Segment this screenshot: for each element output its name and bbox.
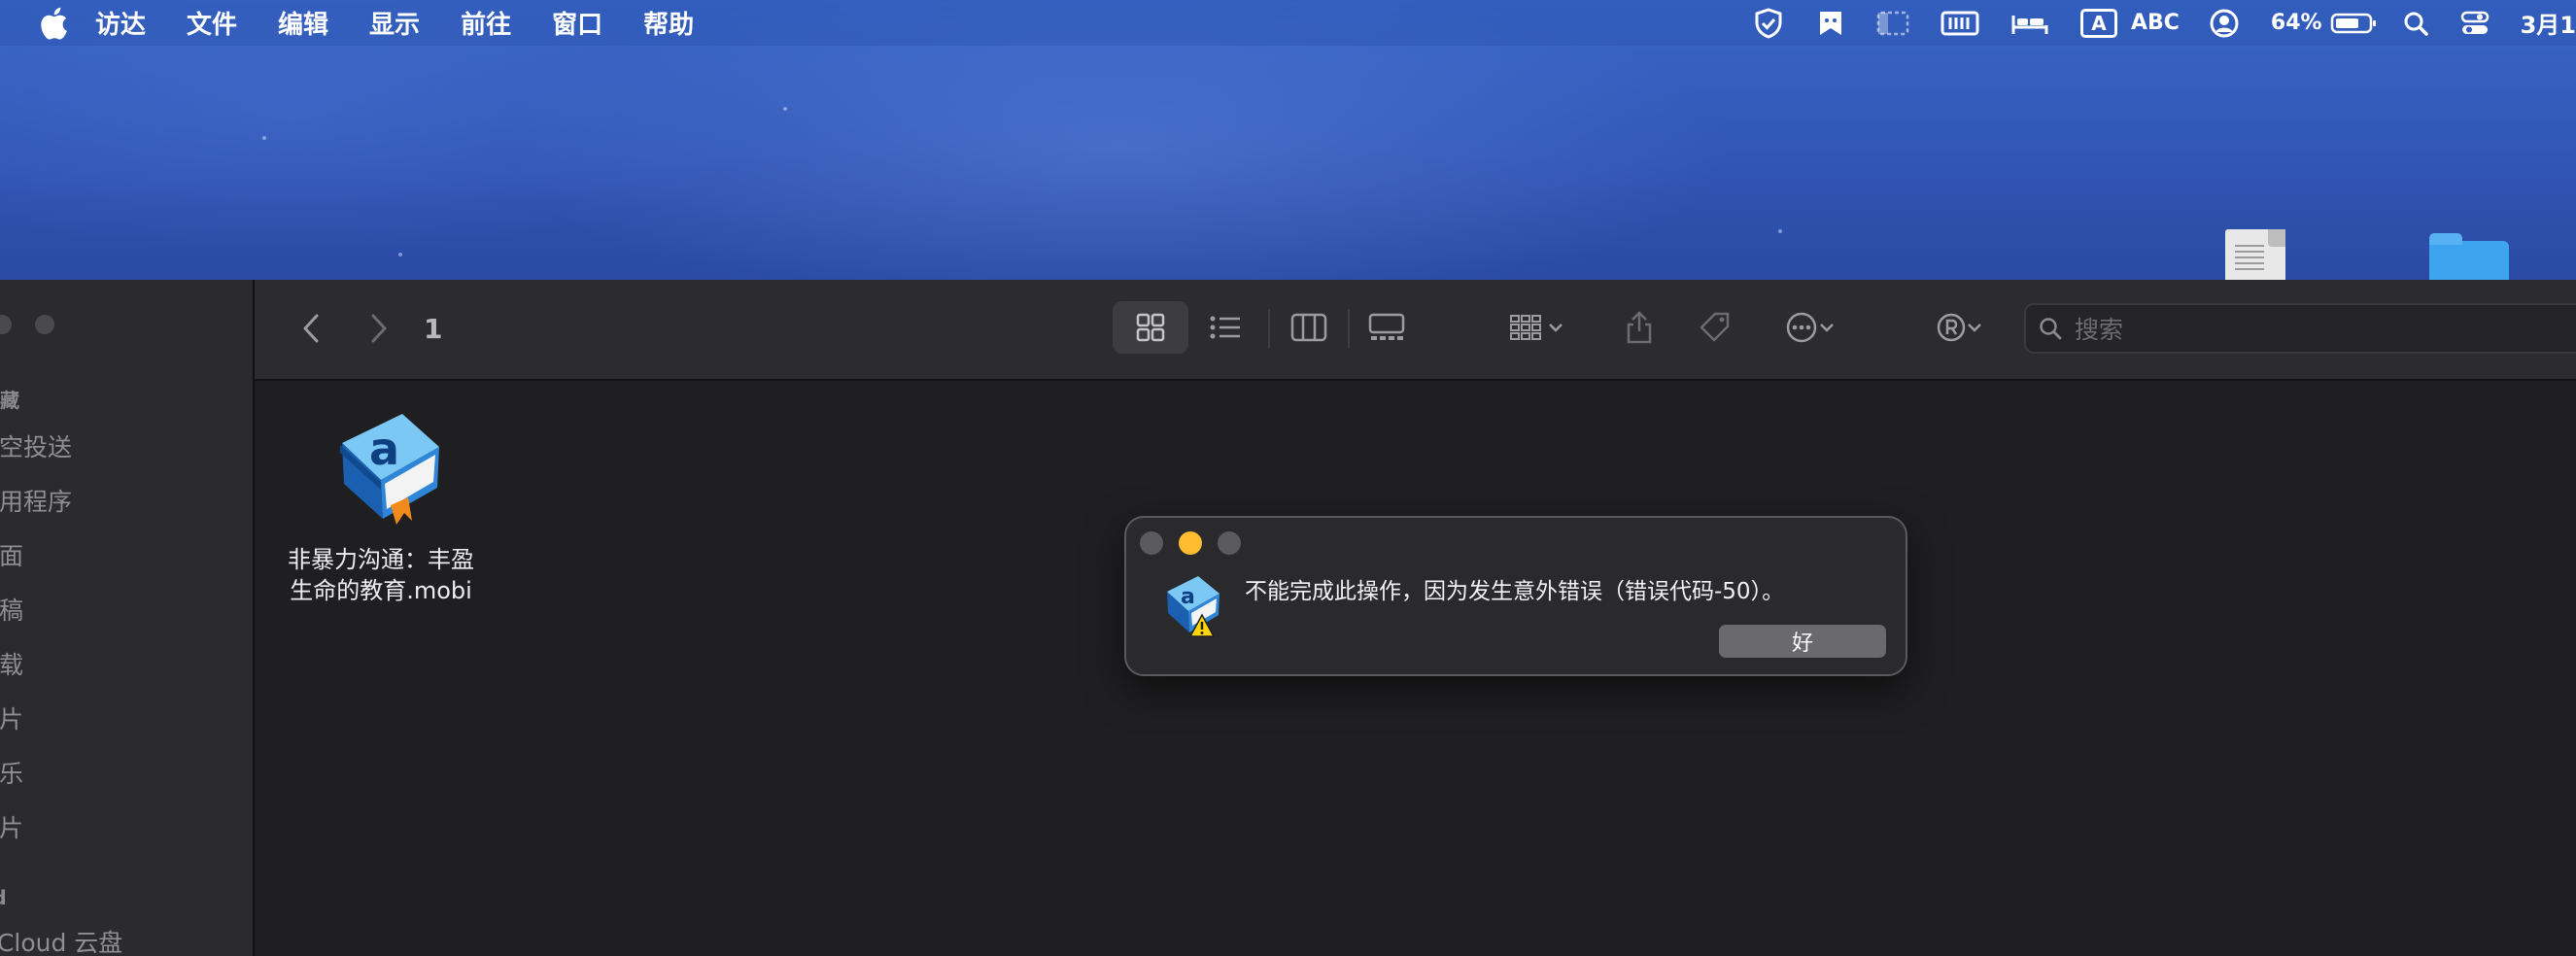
sidebar-section-favorites: 收藏 <box>0 389 19 412</box>
tags-button[interactable] <box>1691 301 1739 354</box>
sidebar-item-documents[interactable]: 文稿 <box>0 592 23 627</box>
status-area: A ABC 64% 3月1 <box>1752 0 2576 46</box>
file-name-line1: 非暴力沟通：丰盈 <box>288 546 474 573</box>
folder-title: 1 <box>424 313 443 345</box>
sidebar-item-icloud-drive[interactable]: iCloud 云盘 <box>0 924 122 956</box>
ellipsis-circle-icon <box>1786 312 1817 343</box>
sidebar-item-applications[interactable]: 应用程序 <box>0 483 72 518</box>
gallery-icon <box>1368 313 1405 340</box>
shield-check-icon[interactable] <box>1752 0 1785 46</box>
list-view-button[interactable] <box>1193 301 1257 354</box>
desktop-folder-icon[interactable] <box>2429 233 2509 282</box>
error-alert-dialog: a 不能完成此操作，因为发生意外错误（错误代码-50）。 好 <box>1124 516 1907 676</box>
window-zoom-button[interactable] <box>35 315 54 334</box>
spotlight-search-icon[interactable] <box>2402 0 2429 46</box>
share-icon <box>1627 311 1652 344</box>
alert-zoom-button[interactable] <box>1218 531 1241 555</box>
sidebar-item-movies[interactable]: 影片 <box>0 700 23 735</box>
chevron-down-icon <box>1820 324 1834 332</box>
search-icon <box>2040 318 2062 340</box>
ebook-icon: a <box>340 414 439 525</box>
svg-text:a: a <box>1181 585 1195 609</box>
menubar-clock[interactable]: 3月1 <box>2521 6 2576 40</box>
control-center-icon[interactable] <box>2460 0 2490 46</box>
search-field[interactable]: 搜索 <box>2024 303 2576 354</box>
input-source-label: ABC <box>2130 11 2180 35</box>
extension-button[interactable] <box>1924 301 1994 354</box>
battery-status[interactable]: 64% <box>2271 0 2377 46</box>
battery-percent: 64% <box>2270 11 2322 35</box>
wallpaper-speck <box>1778 229 1782 233</box>
alert-message: 不能完成此操作，因为发生意外错误（错误代码-50）。 <box>1245 579 1785 604</box>
user-account-icon[interactable] <box>2209 0 2240 46</box>
ebook-warning-icon: a <box>1167 576 1219 637</box>
alert-minimize-button[interactable] <box>1179 531 1202 555</box>
ok-button[interactable]: 好 <box>1719 625 1886 658</box>
group-by-button[interactable] <box>1496 301 1576 354</box>
grid-icon <box>1136 313 1165 342</box>
list-icon <box>1210 316 1240 339</box>
file-item[interactable]: a 非暴力沟通：丰盈 生命的教育.mobi <box>274 404 488 606</box>
toolbar-divider <box>1348 309 1350 348</box>
columns-icon <box>1290 313 1327 342</box>
finder-toolbar: 1 搜索 <box>255 280 2576 381</box>
toolbar-divider <box>1268 309 1270 348</box>
gallery-view-button[interactable] <box>1355 301 1419 354</box>
menu-edit[interactable]: 编辑 <box>278 5 328 41</box>
sidebar-toggle-icon[interactable] <box>1876 0 1909 46</box>
wallpaper-speck <box>783 107 787 111</box>
back-button[interactable] <box>293 309 328 348</box>
share-button[interactable] <box>1615 301 1664 354</box>
tag-icon <box>1700 312 1730 342</box>
menu-bar: 访达 文件 编辑 显示 前往 窗口 帮助 A ABC 64% 3月1 <box>0 0 2576 46</box>
menu-go[interactable]: 前往 <box>461 5 511 41</box>
menu-window[interactable]: 窗口 <box>552 5 602 41</box>
wallpaper-speck <box>398 253 402 256</box>
sidebar-item-downloads[interactable]: 下载 <box>0 646 23 681</box>
search-placeholder: 搜索 <box>2075 316 2124 344</box>
file-name-line2: 生命的教育.mobi <box>290 577 472 604</box>
chevron-left-icon <box>303 314 319 343</box>
sidebar-item-desktop[interactable]: 桌面 <box>0 537 23 572</box>
forward-button[interactable] <box>361 309 396 348</box>
alert-close-button[interactable] <box>1140 531 1163 555</box>
chevron-down-icon <box>1968 324 1981 332</box>
menu-view[interactable]: 显示 <box>369 5 420 41</box>
battery-icon <box>2330 13 2376 33</box>
icon-view-button[interactable] <box>1113 301 1188 354</box>
bed-sleep-icon[interactable] <box>2010 0 2049 46</box>
cat-bookmark-icon[interactable] <box>1816 0 1845 46</box>
svg-text:a: a <box>369 423 399 475</box>
finder-sidebar: 收藏 隔空投送 应用程序 桌面 文稿 下载 影片 音乐 图片 iCloud iC… <box>0 280 255 956</box>
menu-file[interactable]: 文件 <box>187 5 237 41</box>
sidebar-section-icloud: iCloud <box>0 886 7 909</box>
window-minimize-button[interactable] <box>0 315 12 334</box>
menu-help[interactable]: 帮助 <box>643 5 694 41</box>
sidebar-item-pictures[interactable]: 图片 <box>0 809 23 844</box>
more-actions-button[interactable] <box>1770 301 1848 354</box>
chevron-down-icon <box>1549 324 1563 332</box>
registered-icon <box>1937 313 1966 342</box>
menu-finder[interactable]: 访达 <box>95 5 146 41</box>
input-source-badge: A <box>2079 8 2117 38</box>
sidebar-item-music[interactable]: 音乐 <box>0 755 23 790</box>
sidebar-item-airdrop[interactable]: 隔空投送 <box>0 428 72 463</box>
desktop-document-icon[interactable] <box>2225 229 2285 284</box>
input-source[interactable]: A ABC <box>2079 0 2180 46</box>
memory-chip-icon[interactable] <box>1941 0 1979 46</box>
column-view-button[interactable] <box>1277 301 1341 354</box>
chevron-right-icon <box>371 314 387 343</box>
group-grid-icon <box>1510 315 1541 340</box>
wallpaper-speck <box>262 136 266 140</box>
apple-menu-icon[interactable] <box>39 7 68 40</box>
